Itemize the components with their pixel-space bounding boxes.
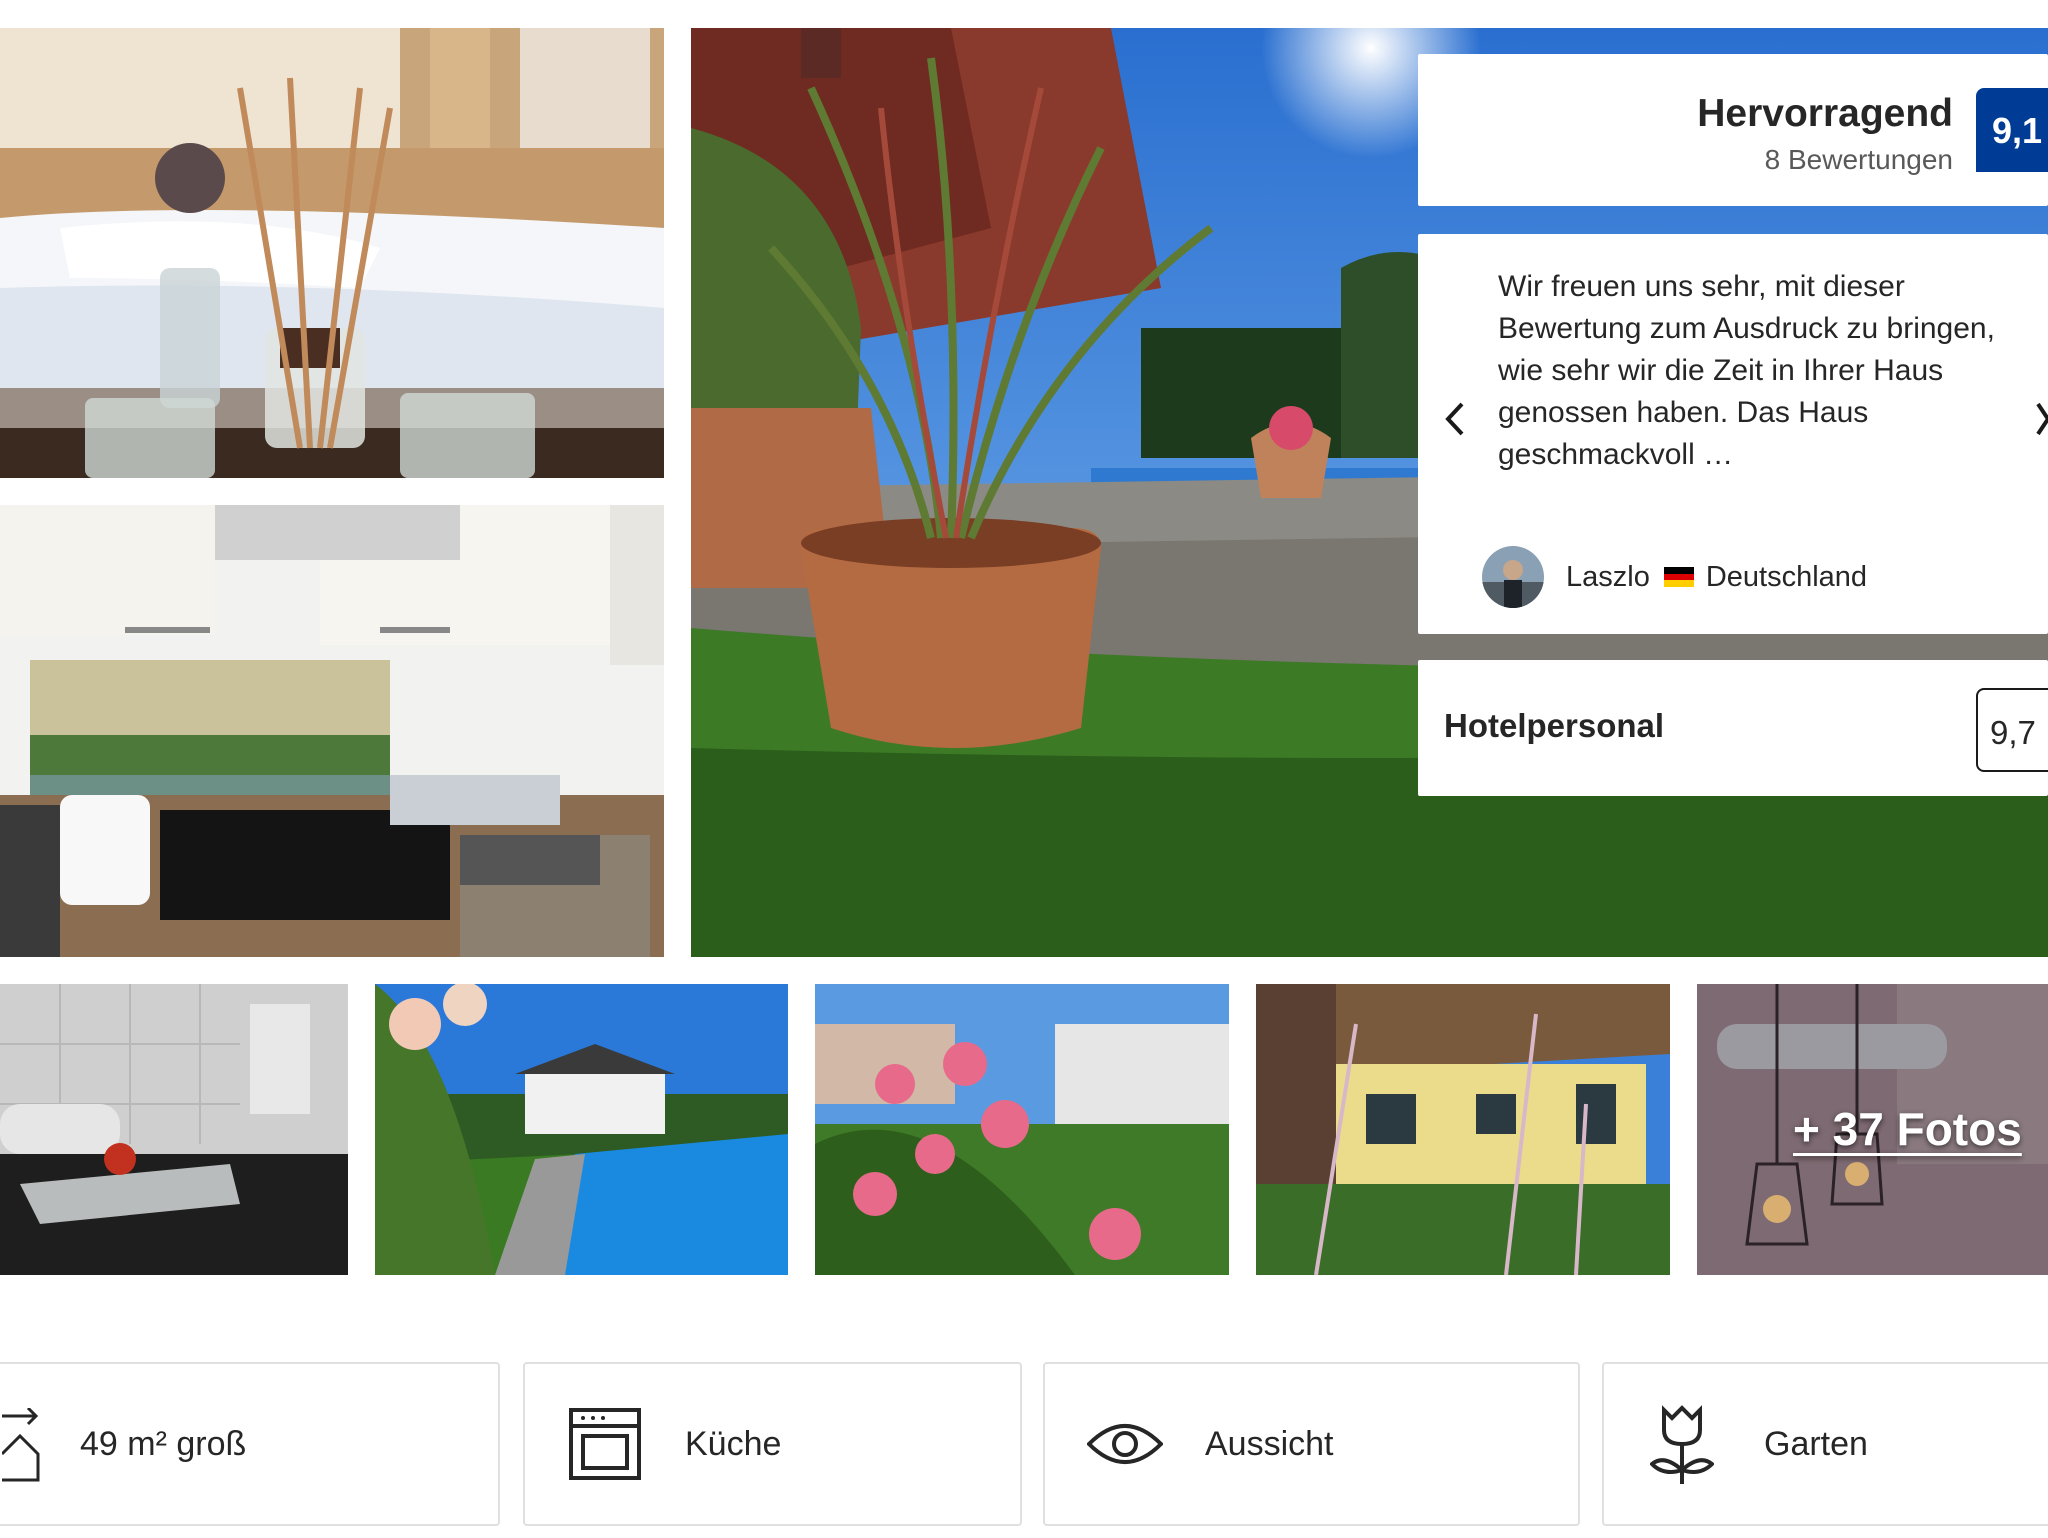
thumb-more-photos[interactable]: + 37 Fotos (1697, 984, 2048, 1275)
chevron-right-icon[interactable] (2034, 394, 2048, 444)
avatar (1482, 546, 1544, 608)
photo-kitchen[interactable] (0, 505, 664, 957)
photo-bedroom[interactable] (0, 28, 664, 478)
rating-word: Hervorragend (1697, 92, 1953, 135)
oven-icon (569, 1408, 641, 1480)
facility-kitchen[interactable]: Küche (523, 1362, 1022, 1526)
thumb-pool[interactable] (375, 984, 788, 1275)
flower-icon (1650, 1405, 1714, 1484)
rating-summary[interactable]: Hervorragend 8 Bewertungen 9,1 (1418, 54, 2048, 206)
facility-label: 49 m² groß (80, 1424, 247, 1463)
category-score: 9,7 (1976, 688, 2048, 772)
thumb-bathroom[interactable] (0, 984, 348, 1275)
reviewer-info: Laszlo Deutschland (1482, 546, 1867, 608)
review-count: 8 Bewertungen (1764, 144, 1953, 175)
facility-view[interactable]: Aussicht (1043, 1362, 1580, 1526)
review-text: Wir freuen uns sehr, mit dieser Bewertun… (1498, 270, 1995, 471)
eye-icon (1087, 1424, 1163, 1464)
thumb-house[interactable] (1256, 984, 1670, 1275)
review-carousel: Wir freuen uns sehr, mit dieser Bewertun… (1418, 234, 2048, 634)
area-icon (2, 1408, 40, 1482)
reviewer-name: Laszlo (1566, 560, 1650, 593)
category-score-card: Hotelpersonal 9,7 (1418, 660, 2048, 796)
facility-label: Küche (685, 1424, 782, 1463)
facility-garden[interactable]: Garten (1602, 1362, 2048, 1526)
chevron-left-icon[interactable] (1440, 394, 1470, 444)
rating-score-badge: 9,1 (1976, 88, 2048, 172)
reviewer-country: Deutschland (1705, 560, 1868, 593)
more-photos-label[interactable]: + 37 Fotos (1793, 1102, 2022, 1156)
category-label: Hotelpersonal (1444, 707, 1665, 744)
germany-flag-icon (1663, 567, 1694, 587)
facility-label: Aussicht (1205, 1424, 1334, 1463)
thumb-flowers[interactable] (815, 984, 1229, 1275)
facility-label: Garten (1764, 1424, 1868, 1463)
facility-size[interactable]: 49 m² groß (0, 1362, 500, 1526)
